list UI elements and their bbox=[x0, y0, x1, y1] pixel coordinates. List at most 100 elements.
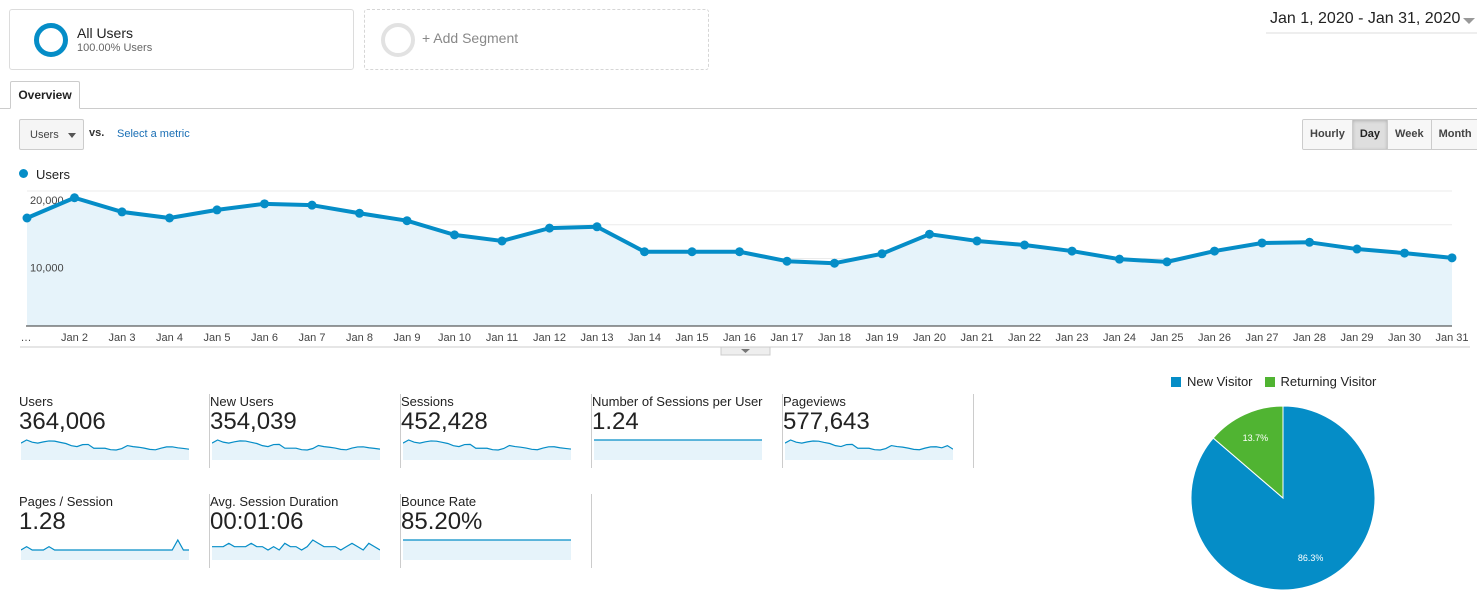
tab-overview[interactable]: Overview bbox=[10, 81, 80, 109]
x-tick-label: … bbox=[21, 332, 32, 344]
x-tick-label: Jan 29 bbox=[1340, 332, 1373, 344]
scorecard-avg-session-duration[interactable]: Avg. Session Duration00:01:06 bbox=[210, 494, 401, 589]
data-point[interactable] bbox=[640, 247, 649, 256]
legend-swatch-icon bbox=[1171, 377, 1181, 387]
x-tick-label: Jan 19 bbox=[865, 332, 898, 344]
sparkline-area bbox=[403, 540, 571, 560]
x-tick-label: Jan 31 bbox=[1435, 332, 1468, 344]
sparkline-area bbox=[785, 440, 953, 460]
data-point[interactable] bbox=[213, 205, 222, 214]
date-range-label: Jan 1, 2020 - Jan 31, 2020 bbox=[1270, 10, 1460, 27]
data-point[interactable] bbox=[783, 257, 792, 266]
x-tick-label: Jan 5 bbox=[204, 332, 231, 344]
x-tick-label: Jan 8 bbox=[346, 332, 373, 344]
scorecard-pages-session[interactable]: Pages / Session1.28 bbox=[19, 494, 210, 589]
scorecard-value: 85.20% bbox=[401, 508, 482, 536]
data-point[interactable] bbox=[1448, 253, 1457, 262]
x-tick-label: Jan 20 bbox=[913, 332, 946, 344]
add-segment-button[interactable]: + Add Segment bbox=[364, 9, 709, 70]
granularity-hourly-button[interactable]: Hourly bbox=[1303, 120, 1352, 149]
data-point[interactable] bbox=[1068, 247, 1077, 256]
pie-legend-item-new-visitor[interactable]: New Visitor bbox=[1171, 374, 1253, 389]
data-point[interactable] bbox=[1163, 257, 1172, 266]
sparkline bbox=[403, 536, 571, 560]
pie-legend: New Visitor Returning Visitor bbox=[1171, 374, 1376, 389]
segment-all-users[interactable]: All Users 100.00% Users bbox=[9, 9, 354, 70]
data-point[interactable] bbox=[70, 193, 79, 202]
data-point[interactable] bbox=[1020, 241, 1029, 250]
scorecard-label: Number of Sessions per User bbox=[592, 394, 763, 409]
area-fill bbox=[27, 198, 1452, 326]
granularity-day-button[interactable]: Day bbox=[1352, 120, 1387, 149]
segment-subtitle: 100.00% Users bbox=[77, 42, 152, 54]
x-tick-label: Jan 27 bbox=[1245, 332, 1278, 344]
data-point[interactable] bbox=[403, 216, 412, 225]
data-point[interactable] bbox=[450, 230, 459, 239]
data-point[interactable] bbox=[830, 259, 839, 268]
add-segment-label: + Add Segment bbox=[422, 30, 518, 46]
scorecard-new-users[interactable]: New Users354,039 bbox=[210, 394, 401, 489]
x-tick-label: Jan 11 bbox=[486, 332, 518, 344]
data-point[interactable] bbox=[498, 236, 507, 245]
scorecard-divider bbox=[591, 494, 592, 568]
data-point[interactable] bbox=[118, 207, 127, 216]
scorecard-value: 364,006 bbox=[19, 408, 106, 436]
data-point[interactable] bbox=[1258, 238, 1267, 247]
scorecard-value: 00:01:06 bbox=[210, 508, 303, 536]
date-range-picker[interactable]: Jan 1, 2020 - Jan 31, 2020 bbox=[1266, 10, 1477, 34]
data-point[interactable] bbox=[308, 201, 317, 210]
data-point[interactable] bbox=[925, 230, 934, 239]
data-point[interactable] bbox=[878, 249, 887, 258]
users-line-chart: 10,00020,000…Jan 2Jan 3Jan 4Jan 5Jan 6Ja… bbox=[0, 180, 1477, 360]
data-point[interactable] bbox=[23, 214, 32, 223]
sparkline-line bbox=[21, 540, 189, 550]
x-tick-label: Jan 23 bbox=[1055, 332, 1088, 344]
sparkline bbox=[785, 436, 953, 460]
scorecard-label: Pageviews bbox=[783, 394, 846, 409]
metric-dropdown[interactable]: Users bbox=[19, 119, 84, 150]
scorecard-label: Sessions bbox=[401, 394, 454, 409]
x-tick-label: Jan 28 bbox=[1293, 332, 1326, 344]
scorecard-sessions[interactable]: Sessions452,428 bbox=[401, 394, 592, 489]
pie-legend-item-returning-visitor[interactable]: Returning Visitor bbox=[1265, 374, 1377, 389]
scorecard-bounce-rate[interactable]: Bounce Rate85.20% bbox=[401, 494, 592, 589]
scorecard-value: 354,039 bbox=[210, 408, 297, 436]
scorecard-users[interactable]: Users364,006 bbox=[19, 394, 210, 489]
data-point[interactable] bbox=[1210, 247, 1219, 256]
data-point[interactable] bbox=[260, 199, 269, 208]
x-tick-label: Jan 24 bbox=[1103, 332, 1136, 344]
select-metric-link[interactable]: Select a metric bbox=[117, 128, 190, 140]
data-point[interactable] bbox=[973, 236, 982, 245]
scorecard-divider bbox=[973, 394, 974, 468]
data-point[interactable] bbox=[735, 247, 744, 256]
chevron-down-icon bbox=[68, 133, 76, 138]
x-tick-label: Jan 9 bbox=[394, 332, 421, 344]
data-point[interactable] bbox=[165, 214, 174, 223]
metric-dropdown-value: Users bbox=[30, 129, 59, 141]
data-point[interactable] bbox=[545, 224, 554, 233]
x-tick-label: Jan 16 bbox=[723, 332, 756, 344]
scorecard-label: Pages / Session bbox=[19, 494, 113, 509]
legend-label: Returning Visitor bbox=[1281, 374, 1377, 389]
data-point[interactable] bbox=[688, 247, 697, 256]
data-point[interactable] bbox=[355, 209, 364, 218]
x-tick-label: Jan 3 bbox=[109, 332, 136, 344]
scorecard-label: Bounce Rate bbox=[401, 494, 476, 509]
granularity-month-button[interactable]: Month bbox=[1431, 120, 1477, 149]
scorecard-pageviews[interactable]: Pageviews577,643 bbox=[783, 394, 974, 489]
visitor-pie-chart: 86.3%13.7% bbox=[1180, 396, 1386, 596]
x-tick-label: Jan 21 bbox=[960, 332, 993, 344]
data-point[interactable] bbox=[593, 222, 602, 231]
scorecard-value: 1.28 bbox=[19, 508, 66, 536]
data-point[interactable] bbox=[1400, 249, 1409, 258]
scorecard-label: New Users bbox=[210, 394, 274, 409]
data-point[interactable] bbox=[1305, 238, 1314, 247]
granularity-week-button[interactable]: Week bbox=[1387, 120, 1431, 149]
scorecard-number-of-sessions-per-user[interactable]: Number of Sessions per User1.24 bbox=[592, 394, 783, 489]
data-point[interactable] bbox=[1115, 255, 1124, 264]
data-point[interactable] bbox=[1353, 245, 1362, 254]
sparkline-area bbox=[594, 440, 762, 460]
legend-swatch-icon bbox=[1265, 377, 1275, 387]
sparkline bbox=[403, 436, 571, 460]
tab-bar-divider bbox=[0, 108, 1477, 109]
